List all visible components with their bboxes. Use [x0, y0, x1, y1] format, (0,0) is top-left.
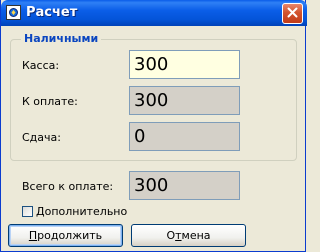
close-icon: [287, 7, 298, 21]
cancel-label-start: О: [166, 229, 176, 242]
cancel-button[interactable]: Отмена: [131, 224, 246, 247]
extra-checkbox[interactable]: [22, 206, 33, 217]
title-bar[interactable]: Расчет: [1, 0, 307, 26]
continue-mnemonic: П: [28, 229, 38, 242]
k-oplate-field: 300: [129, 86, 240, 115]
total-label: Всего к оплате:: [22, 180, 114, 193]
sdacha-label: Сдача:: [22, 131, 61, 144]
close-button[interactable]: [282, 3, 303, 24]
extra-checkbox-row[interactable]: Дополнительно: [22, 205, 127, 218]
kassa-input[interactable]: 300: [129, 50, 240, 79]
app-icon: [6, 5, 21, 20]
sdacha-field: 0: [129, 122, 240, 151]
dialog-window: Расчет Наличными Касса: 300 К оплате: 30…: [0, 0, 307, 252]
cancel-label-end: мена: [181, 229, 211, 242]
k-oplate-label: К оплате:: [22, 95, 78, 108]
window-title: Расчет: [26, 5, 78, 20]
kassa-label: Касса:: [22, 59, 60, 72]
cash-group-title: Наличными: [21, 32, 102, 45]
total-field: 300: [129, 171, 240, 200]
extra-checkbox-label: Дополнительно: [36, 205, 128, 218]
continue-label: родолжить: [37, 229, 103, 242]
continue-button[interactable]: Продолжить: [8, 224, 123, 247]
